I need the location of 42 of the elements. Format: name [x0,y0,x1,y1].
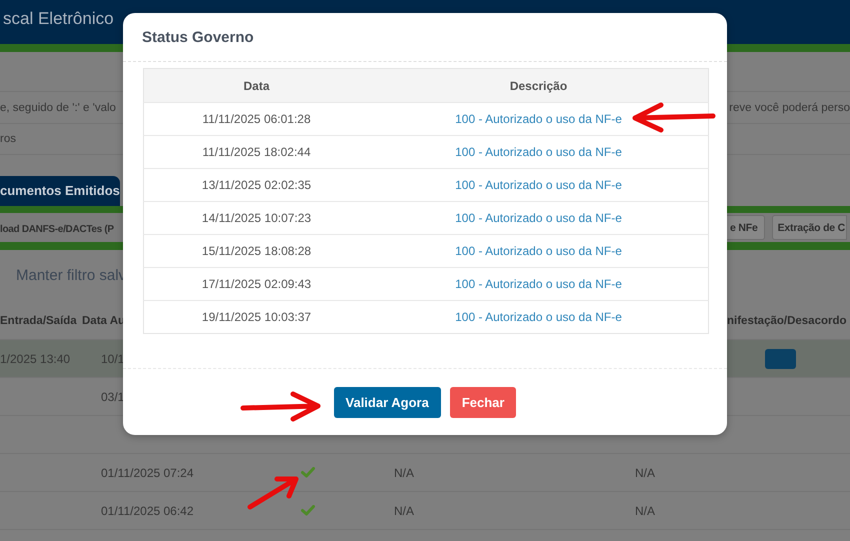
toolbar-button[interactable]: e NFe [727,215,765,240]
table-cell: 01/11/2025 07:24 [101,466,194,480]
modal-title: Status Governo [142,29,254,46]
column-header: Descrição [369,68,708,102]
close-button[interactable]: Fechar [450,387,516,418]
arrow-icon [630,101,716,133]
table-cell: N/A [634,504,655,518]
table-cell: 11/11/2025 06:01:28 [202,112,311,126]
search-hint: reve você poderá perso [729,102,850,114]
status-description: 100 - Autorizado o uso da NF-e [455,277,622,291]
table-cell: 10/1 [101,352,124,366]
status-description: 100 - Autorizado o uso da NF-e [455,112,622,126]
status-description: 100 - Autorizado o uso da NF-e [455,310,622,324]
arrow-icon [240,391,322,422]
table-cell: 1/2025 13:40 [0,352,70,366]
table-cell: 14/11/2025 10:07:23 [202,211,312,225]
filters-link[interactable]: ros [0,133,16,145]
table-cell: 03/1 [101,390,124,404]
table-cell: 15/11/2025 18:08:28 [202,244,312,258]
action-button[interactable] [765,348,796,368]
column-header: nifestação/Desacordo [727,314,847,326]
validate-button[interactable]: Validar Agora [334,387,441,418]
table-cell: N/A [394,466,414,480]
toolbar-button[interactable]: Extração de C [772,215,848,240]
status-description: 100 - Autorizado o uso da NF-e [455,211,622,225]
download-button[interactable]: load DANFS-e/DACTes (P [0,224,114,234]
table-cell: 01/11/2025 06:42 [101,504,194,518]
column-header: Entrada/Saída [0,314,77,326]
table-cell: N/A [634,466,655,480]
table-cell: 11/11/2025 18:02:44 [202,145,311,159]
table-cell: 13/11/2025 02:02:35 [202,178,312,192]
table-cell: 19/11/2025 10:03:37 [202,310,312,324]
arrow-icon [246,474,300,512]
column-header: Data [144,68,369,102]
search-hint: e, seguido de ':' e 'valo [0,102,116,114]
status-description: 100 - Autorizado o uso da NF-e [455,178,622,192]
table-cell: 17/11/2025 02:09:43 [202,277,312,291]
tab[interactable]: cumentos Emitidos [0,176,120,206]
app-title: scal Eletrônico [3,9,114,28]
status-description: 100 - Autorizado o uso da NF-e [455,145,622,159]
table-cell: N/A [394,504,414,518]
status-description: 100 - Autorizado o uso da NF-e [455,244,622,258]
